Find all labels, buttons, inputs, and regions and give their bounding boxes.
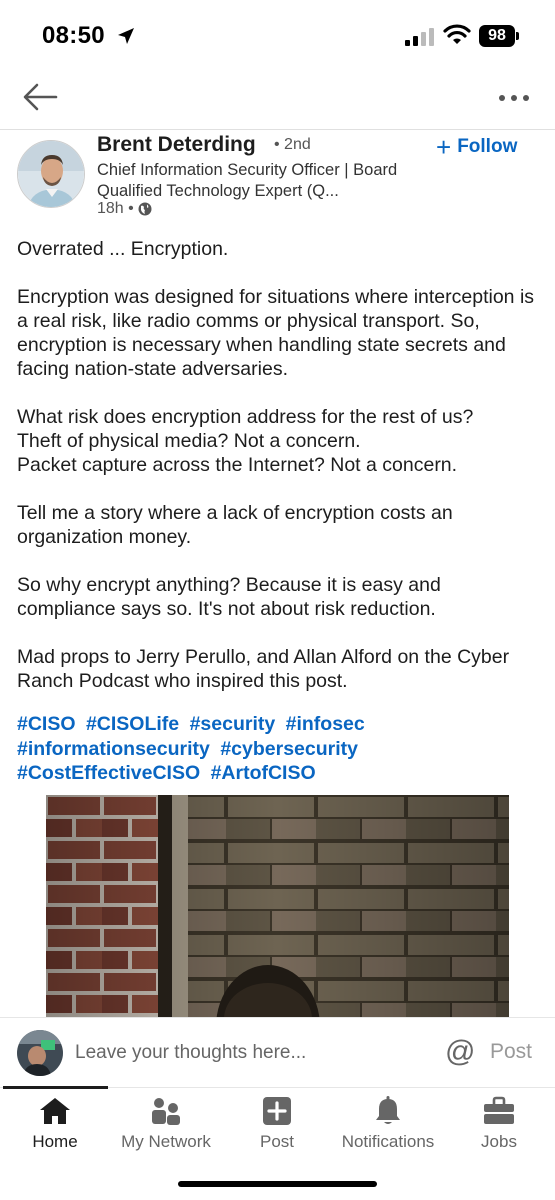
more-horizontal-icon[interactable] bbox=[496, 88, 532, 108]
post-header bbox=[0, 72, 555, 130]
comment-bar: Leave your thoughts here... @ Post bbox=[0, 1017, 555, 1087]
tab-my-network[interactable]: My Network bbox=[111, 1088, 221, 1158]
connection-degree: • 2nd bbox=[274, 136, 311, 153]
arrow-left-icon[interactable] bbox=[20, 80, 60, 114]
battery-indicator: 98 bbox=[479, 25, 515, 47]
hashtag-link[interactable]: #informationsecurity bbox=[17, 738, 210, 760]
tab-label: Home bbox=[32, 1132, 78, 1151]
author-photo bbox=[18, 141, 84, 207]
post-comment-button[interactable]: Post bbox=[490, 1040, 532, 1064]
wifi-icon bbox=[443, 24, 471, 44]
post-paragraph: What risk does encryption address for th… bbox=[17, 406, 474, 476]
post-paragraph: Mad props to Jerry Perullo, and Allan Al… bbox=[17, 646, 510, 692]
post-text: Overrated ... Encryption. Encryption was… bbox=[17, 237, 542, 717]
tab-label: My Network bbox=[121, 1132, 211, 1151]
hashtag-link[interactable]: #security bbox=[190, 713, 276, 735]
hashtag-link[interactable]: #ArtofCISO bbox=[211, 762, 316, 784]
tab-jobs[interactable]: Jobs bbox=[444, 1088, 554, 1158]
plus-icon: + bbox=[436, 132, 452, 162]
post-paragraph: Tell me a story where a lack of encrypti… bbox=[17, 502, 453, 548]
post-paragraph: Overrated ... Encryption. bbox=[17, 238, 229, 260]
globe-icon bbox=[138, 202, 152, 216]
plus-square-icon bbox=[263, 1097, 291, 1125]
author-headline: Chief Information Security Officer | Boa… bbox=[97, 161, 398, 200]
follow-label: Follow bbox=[457, 136, 518, 157]
status-time: 08:50 bbox=[42, 22, 105, 49]
post-paragraph: So why encrypt anything? Because it is e… bbox=[17, 574, 441, 620]
tab-notifications[interactable]: Notifications bbox=[333, 1088, 443, 1158]
cellular-signal-icon bbox=[405, 28, 434, 46]
status-bar: 08:50 98 bbox=[0, 0, 555, 72]
hashtag-link[interactable]: #CISOLife bbox=[86, 713, 179, 735]
post-time: 18h • bbox=[97, 200, 134, 217]
post-photo bbox=[46, 795, 509, 1017]
post-paragraph: Encryption was designed for situations w… bbox=[17, 286, 535, 380]
battery-tip bbox=[516, 32, 519, 40]
hashtag-list: #CISO #CISOLife #security #infosec #info… bbox=[17, 712, 542, 786]
follow-button[interactable]: + Follow bbox=[436, 132, 518, 162]
location-arrow-icon bbox=[118, 28, 134, 44]
home-icon bbox=[40, 1098, 70, 1124]
network-icon bbox=[152, 1098, 180, 1125]
comment-input[interactable]: Leave your thoughts here... bbox=[75, 1042, 306, 1064]
hashtag-link[interactable]: #CISO bbox=[17, 713, 76, 735]
author-avatar[interactable] bbox=[17, 140, 85, 208]
tab-label: Notifications bbox=[341, 1132, 435, 1151]
user-avatar[interactable] bbox=[17, 1030, 63, 1076]
post-meta: 18h • bbox=[97, 200, 152, 218]
hashtag-link[interactable]: #cybersecurity bbox=[220, 738, 358, 760]
tab-post[interactable]: Post bbox=[222, 1088, 332, 1158]
tab-label: Jobs bbox=[481, 1132, 517, 1151]
bell-icon bbox=[376, 1096, 400, 1124]
tab-label: Post bbox=[259, 1132, 295, 1151]
user-photo bbox=[17, 1030, 63, 1076]
mention-icon[interactable]: @ bbox=[445, 1035, 475, 1069]
home-indicator bbox=[178, 1181, 377, 1187]
tab-home[interactable]: Home bbox=[0, 1088, 110, 1158]
author-name[interactable]: Brent Deterding bbox=[97, 133, 256, 157]
hashtag-link[interactable]: #infosec bbox=[286, 713, 365, 735]
hashtag-link[interactable]: #CostEffectiveCISO bbox=[17, 762, 200, 784]
briefcase-icon bbox=[484, 1096, 514, 1124]
post-image[interactable] bbox=[46, 795, 509, 1017]
